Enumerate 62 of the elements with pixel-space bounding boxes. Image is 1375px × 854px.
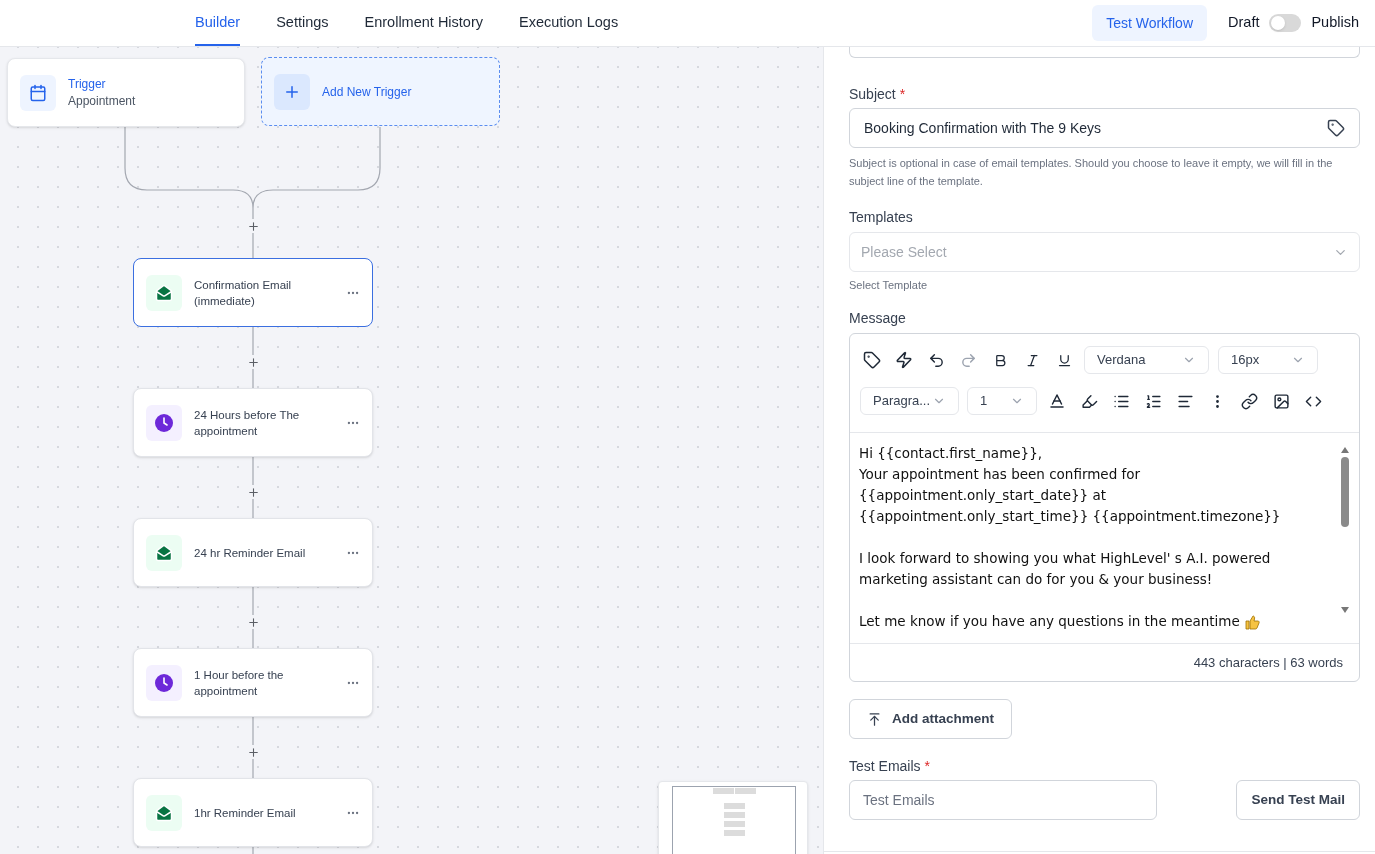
plus-icon bbox=[274, 73, 310, 110]
message-line: Let me know if you have any questions in the meantime bbox=[859, 612, 1240, 631]
node-label: 1hr Reminder Email bbox=[194, 805, 297, 821]
action-node[interactable]: 24 Hours before The appointment bbox=[133, 388, 373, 457]
calendar-icon bbox=[20, 74, 56, 111]
tag-icon[interactable] bbox=[1327, 119, 1345, 137]
test-emails-field[interactable]: Test Emails bbox=[849, 780, 1157, 820]
clock-icon bbox=[146, 404, 182, 441]
add-attachment-button[interactable]: Add attachment bbox=[849, 699, 1012, 739]
message-line: {{appointment.only_start_date}} at bbox=[859, 486, 1107, 505]
tab[interactable]: Enrollment History bbox=[364, 0, 483, 46]
word-counter: 443 characters | 63 words bbox=[1193, 653, 1343, 672]
help-text: Select Template bbox=[849, 278, 929, 293]
action-node[interactable]: Confirmation Email (immediate) bbox=[133, 258, 373, 327]
block-format-select[interactable]: Paragra... bbox=[860, 387, 959, 415]
draft-label: Draft bbox=[1228, 13, 1260, 33]
connector-line bbox=[252, 846, 254, 854]
test-workflow-button[interactable]: Test Workflow bbox=[1092, 5, 1207, 41]
field-label: Templates bbox=[849, 208, 913, 227]
publish-label: Publish bbox=[1311, 13, 1359, 33]
node-subtitle: Appointment bbox=[68, 92, 136, 110]
node-label: 24 Hours before The appointment bbox=[194, 407, 301, 439]
add-trigger-node[interactable]: Add New Trigger bbox=[261, 57, 500, 126]
action-node[interactable]: 24 hr Reminder Email bbox=[133, 518, 373, 587]
required-mark: * bbox=[924, 757, 931, 776]
node-label: Confirmation Email (immediate) bbox=[194, 277, 293, 309]
message-line: marketing assistant can do for you & your business! bbox=[859, 570, 1213, 589]
message-line: Your appointment has been confirmed for bbox=[859, 465, 1141, 484]
email-icon bbox=[146, 534, 182, 571]
message-line: I look forward to showing you what HighLevel' s A.I. powered bbox=[859, 549, 1271, 568]
message-line: {{appointment.only_start_time}} {{appointment.timezone}} bbox=[859, 507, 1281, 526]
node-label: 24 hr Reminder Email bbox=[194, 545, 307, 561]
required-mark: * bbox=[899, 85, 906, 104]
email-icon bbox=[146, 794, 182, 831]
trigger-node[interactable]: Trigger Appointment bbox=[7, 58, 245, 127]
input-field[interactable] bbox=[849, 47, 1360, 58]
action-node[interactable]: 1 Hour before the appointment bbox=[133, 648, 373, 717]
font-select[interactable]: Verdana bbox=[1084, 346, 1209, 374]
subject-field[interactable]: Booking Confirmation with The 9 Keys bbox=[849, 108, 1360, 148]
action-node[interactable]: 1hr Reminder Email bbox=[133, 778, 373, 847]
message-line: Hi {{contact.first_name}}, bbox=[859, 444, 1043, 463]
upload-icon bbox=[867, 711, 882, 727]
tab[interactable]: Execution Logs bbox=[519, 0, 619, 46]
font-size-select[interactable]: 16px bbox=[1218, 346, 1318, 374]
thumbs-up-icon bbox=[1243, 613, 1260, 630]
field-label: Test Emails bbox=[849, 757, 921, 776]
tab[interactable]: Settings bbox=[276, 0, 329, 46]
clock-icon bbox=[146, 664, 182, 701]
email-icon bbox=[146, 274, 182, 311]
help-text: Subject is optional in case of email templates. Should you choose to leave it empty, we will fill in the subject line of the template. bbox=[849, 156, 1334, 189]
publish-toggle[interactable] bbox=[1269, 14, 1302, 32]
node-label: 1 Hour before the appointment bbox=[194, 667, 285, 699]
node-title: Trigger bbox=[68, 75, 107, 93]
send-test-mail-button[interactable]: Send Test Mail bbox=[1236, 780, 1360, 820]
message-editor[interactable] bbox=[849, 333, 1360, 682]
scroll-down-icon[interactable] bbox=[1341, 607, 1349, 613]
line-height-select[interactable]: 1 bbox=[967, 387, 1037, 415]
scrollbar-thumb[interactable] bbox=[1341, 457, 1349, 527]
scroll-up-icon[interactable] bbox=[1341, 447, 1349, 453]
node-title: Add New Trigger bbox=[322, 83, 412, 101]
field-label: Message bbox=[849, 309, 906, 328]
field-label: Subject bbox=[849, 85, 896, 104]
